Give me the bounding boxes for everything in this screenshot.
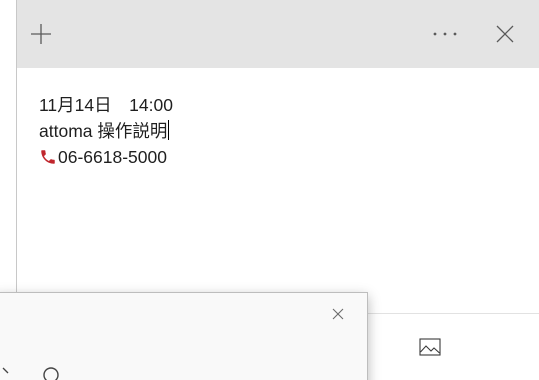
more-horizontal-icon (433, 32, 457, 36)
text-caret (168, 120, 170, 140)
close-note-button[interactable] (487, 16, 523, 52)
add-image-button[interactable] (417, 334, 443, 360)
more-options-button[interactable] (425, 16, 465, 52)
add-note-button[interactable] (23, 16, 59, 52)
close-icon (332, 308, 344, 320)
note-text-area[interactable]: 11月14日 14:00 attoma 操作説明 06-6618-5000 (39, 92, 519, 170)
image-icon (419, 338, 441, 356)
note-phone-line: 06-6618-5000 (39, 144, 519, 170)
plus-icon (31, 24, 51, 44)
popup-close-button[interactable] (327, 303, 349, 325)
search-icon (43, 367, 59, 380)
overlapping-popup-window (0, 292, 368, 380)
desktop-area: 11月14日 14:00 attoma 操作説明 06-6618-5000 (0, 0, 539, 380)
phone-number: 06-6618-5000 (58, 147, 167, 167)
close-icon (496, 25, 514, 43)
chevron-icon (2, 367, 9, 374)
note-title-line: attoma 操作説明 (39, 118, 519, 144)
telephone-icon (41, 150, 55, 164)
note-title-text: attoma 操作説明 (39, 121, 168, 141)
note-title-bar (17, 0, 539, 68)
note-datetime-line: 11月14日 14:00 (39, 95, 173, 115)
